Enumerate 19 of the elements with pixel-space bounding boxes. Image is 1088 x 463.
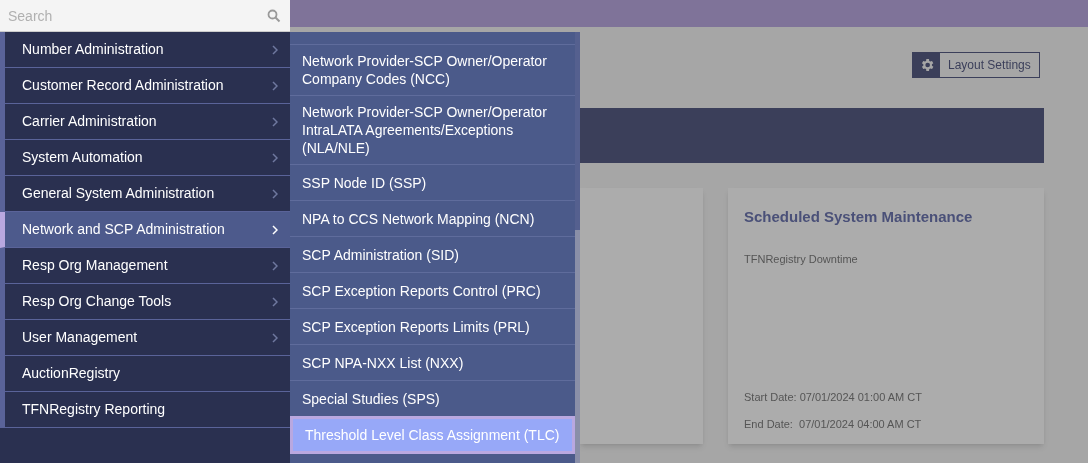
menu-item[interactable]: AuctionRegistry: [0, 356, 290, 392]
menu-item[interactable]: User Management: [0, 320, 290, 356]
end-date: End Date: 07/01/2024 04:00 AM CT: [744, 416, 923, 432]
menu-item[interactable]: Resp Org Management: [0, 248, 290, 284]
card-subtitle: TFNRegistry Downtime: [744, 251, 859, 267]
search-field[interactable]: Search: [0, 0, 290, 32]
layout-settings-button[interactable]: Layout Settings: [912, 52, 1040, 78]
menu-item[interactable]: General System Administration: [0, 176, 290, 212]
start-date: Start Date: 07/01/2024 01:00 AM CT: [744, 390, 923, 405]
scrollbar[interactable]: [575, 32, 580, 463]
menu-item[interactable]: Network and SCP Administration: [0, 212, 290, 248]
menu-item[interactable]: System Automation: [0, 140, 290, 176]
menu-item[interactable]: Resp Org Change Tools: [0, 284, 290, 320]
menu-item[interactable]: Number Administration: [0, 32, 290, 68]
search-icon: [267, 9, 281, 23]
menu-item[interactable]: Customer Record Administration: [0, 68, 290, 104]
menu-item[interactable]: TFNRegistry Reporting: [0, 392, 290, 428]
card-title: Scheduled System Maintenance: [744, 207, 974, 227]
menu-item[interactable]: Carrier Administration: [0, 104, 290, 140]
